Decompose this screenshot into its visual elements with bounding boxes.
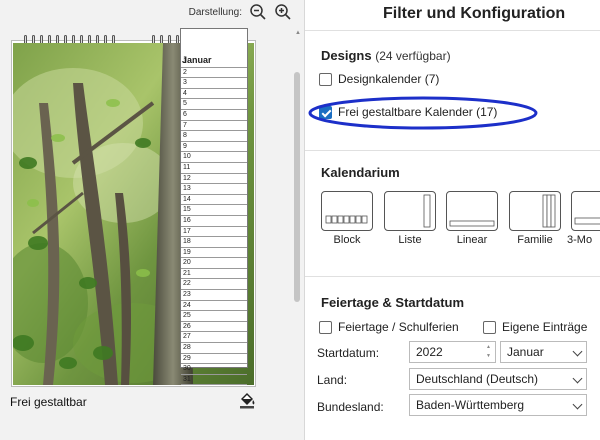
designs-title: Designs xyxy=(321,48,372,63)
chevron-down-icon xyxy=(572,373,583,384)
date-row: 22 xyxy=(181,279,247,291)
chevron-down-icon xyxy=(572,346,583,357)
designkalender-option[interactable]: Designkalender (7) xyxy=(319,72,439,86)
linear-layout-icon xyxy=(449,220,495,227)
date-row: 31 xyxy=(181,375,247,386)
eigene-eintraege-label: Eigene Einträge xyxy=(502,320,588,334)
designs-available-count: (24 verfügbar) xyxy=(375,49,451,63)
paint-bucket-icon[interactable] xyxy=(238,391,256,409)
feiertage-schulferien-label: Feiertage / Schulferien xyxy=(338,320,459,334)
date-row: 5 xyxy=(181,99,247,110)
start-year-value: 2022 xyxy=(416,345,443,359)
date-row: 7 xyxy=(181,121,247,132)
state-select[interactable]: Baden-Württemberg xyxy=(409,394,587,416)
land-label: Land: xyxy=(317,373,348,387)
block-layout-icon xyxy=(325,215,368,224)
scroll-up-arrow[interactable]: ▲ xyxy=(295,30,301,36)
date-row: 14 xyxy=(181,195,247,206)
section-divider xyxy=(305,30,600,31)
date-row: 21 xyxy=(181,269,247,280)
date-row: 8 xyxy=(181,131,247,142)
startdatum-label: Startdatum: xyxy=(317,346,380,360)
config-pane: Filter und Konfiguration Designs (24 ver… xyxy=(305,0,600,440)
three-month-layout-icon xyxy=(574,217,600,225)
designkalender-checkbox[interactable] xyxy=(319,72,332,86)
date-row: 10 xyxy=(181,152,247,163)
preview-scrollbar[interactable] xyxy=(294,72,300,302)
date-row: 16 xyxy=(181,216,247,227)
date-row: 19 xyxy=(181,248,247,259)
date-row: 30 xyxy=(181,364,247,375)
kalendarium-section-title: Kalendarium xyxy=(321,165,400,180)
date-row: 2 xyxy=(181,68,247,79)
frei-gestaltbar-checkbox[interactable] xyxy=(319,105,332,119)
date-row: 20 xyxy=(181,258,247,269)
year-increment-icon[interactable]: ▲ xyxy=(486,345,491,350)
preview-pane: Darstellung: 1 2 3 4 5 6 7 8 9 10 11 12 … xyxy=(0,0,304,440)
kalendarium-liste-label: Liste xyxy=(398,234,422,246)
feiertage-schulferien-checkbox[interactable] xyxy=(319,320,332,334)
start-year-spinner[interactable]: 2022 ▲ ▼ xyxy=(409,341,496,363)
date-row: 25 xyxy=(181,311,247,322)
start-month-select[interactable]: Januar xyxy=(500,341,587,363)
date-row: 28 xyxy=(181,343,247,354)
date-row: 23 xyxy=(181,290,247,301)
feiertage-section-title: Feiertage & Startdatum xyxy=(321,295,465,310)
bundesland-label: Bundesland: xyxy=(317,400,384,414)
date-row: 29 xyxy=(181,354,247,365)
view-label: Darstellung: xyxy=(188,7,242,18)
date-row: 12 xyxy=(181,174,247,185)
preview-caption: Frei gestaltbar xyxy=(10,395,87,409)
month-name: Januar xyxy=(182,55,212,65)
zoom-in-icon[interactable] xyxy=(274,3,292,21)
chevron-down-icon xyxy=(572,399,583,410)
country-select[interactable]: Deutschland (Deutsch) xyxy=(409,368,587,390)
state-value: Baden-Württemberg xyxy=(416,398,525,412)
date-row: 27 xyxy=(181,332,247,344)
year-decrement-icon[interactable]: ▼ xyxy=(486,354,491,359)
date-row: 13 xyxy=(181,184,247,195)
eigene-eintraege-checkbox[interactable] xyxy=(483,320,496,334)
designs-section-title: Designs (24 verfügbar) xyxy=(321,48,451,63)
date-row: 3 xyxy=(181,78,247,89)
date-row: 11 xyxy=(181,163,247,174)
date-row: 9 xyxy=(181,142,247,153)
date-row: 24 xyxy=(181,301,247,312)
kalendarium-linear-option[interactable] xyxy=(446,191,498,231)
designkalender-label: Designkalender (7) xyxy=(338,72,440,86)
section-divider xyxy=(305,150,600,151)
kalendarium-linear-label: Linear xyxy=(456,234,488,246)
kalendarium-3-monate-option[interactable] xyxy=(571,191,600,231)
kalendarium-block-label: Block xyxy=(333,234,361,246)
liste-layout-icon xyxy=(423,194,431,228)
start-month-value: Januar xyxy=(507,345,544,359)
date-row: 26 xyxy=(181,322,247,333)
country-value: Deutschland (Deutsch) xyxy=(416,372,539,386)
kalendarium-familie-option[interactable] xyxy=(509,191,561,231)
eigene-eintraege-option[interactable]: Eigene Einträge xyxy=(483,320,587,334)
date-column-header xyxy=(181,29,247,57)
frei-gestaltbar-label: Frei gestaltbare Kalender (17) xyxy=(338,105,498,119)
zoom-out-icon[interactable] xyxy=(249,3,267,21)
date-row: 15 xyxy=(181,205,247,216)
kalendarium-liste-option[interactable] xyxy=(384,191,436,231)
date-row: 6 xyxy=(181,110,247,121)
date-row: 18 xyxy=(181,237,247,248)
kalendarium-block-option[interactable] xyxy=(321,191,373,231)
familie-layout-icon xyxy=(542,194,556,228)
kalendarium-3-monate-label: 3-Mo xyxy=(567,234,593,246)
section-divider xyxy=(305,276,600,277)
feiertage-schulferien-option[interactable]: Feiertage / Schulferien xyxy=(319,320,459,334)
frei-gestaltbar-option[interactable]: Frei gestaltbare Kalender (17) xyxy=(319,105,497,119)
panel-title: Filter und Konfiguration xyxy=(383,5,566,22)
kalendarium-familie-label: Familie xyxy=(517,234,553,246)
date-column: 1 2 3 4 5 6 7 8 9 10 11 12 13 14 15 16 17 18 19 20 21 22 23 24 2… xyxy=(180,28,248,386)
date-row: 17 xyxy=(181,227,247,238)
date-row: 4 xyxy=(181,89,247,100)
